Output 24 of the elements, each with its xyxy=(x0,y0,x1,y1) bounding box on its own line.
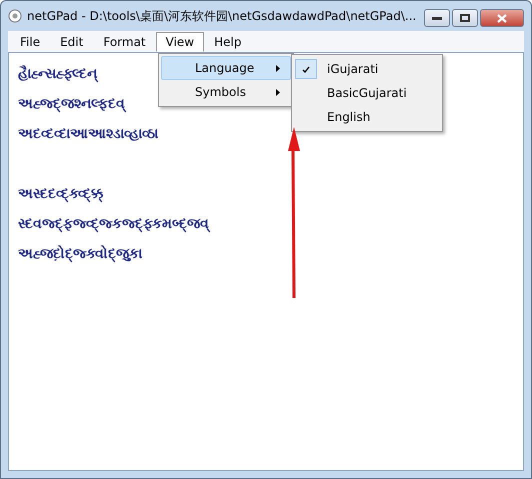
app-icon xyxy=(8,9,22,23)
minimize-button[interactable] xyxy=(424,9,450,27)
minimize-icon xyxy=(432,16,442,20)
text-line: અસ્દદવ્દ્ક્વ્દ્ક્ક્ xyxy=(18,186,103,202)
menu-item[interactable]: iGujarati xyxy=(294,57,440,81)
menu-item[interactable]: Symbols xyxy=(161,80,291,104)
menu-item[interactable]: BasicGujarati xyxy=(294,81,440,105)
text-line: હૈાહ્ન્સહ્ફ્લ્દન્ xyxy=(18,66,97,82)
text-line: સ્દવજ્દ્ફજ્વ્દ્જ્કજ્દ્ફ્કમબ્દ્જવ્ xyxy=(18,216,209,232)
close-icon xyxy=(497,14,507,22)
close-button[interactable] xyxy=(480,9,524,27)
menu-item[interactable]: Help xyxy=(204,32,252,52)
maximize-button[interactable] xyxy=(452,9,478,27)
text-line: અદવ્દવ્દાઆઆશ્ડાવ્હાવ્ઠા xyxy=(18,126,158,142)
menu-item[interactable]: Language xyxy=(161,56,291,80)
menu-item[interactable]: Edit xyxy=(50,32,94,52)
window-title: netGPad - D:\tools\桌面\河东软件园\netGsdawdawdPad\netGPad\... xyxy=(27,8,418,24)
text-line: અહ્જ્દ્જશ્નલ્ફદવ્ xyxy=(18,96,125,112)
menu-item[interactable]: Format xyxy=(93,32,156,52)
menu-item[interactable]: English xyxy=(294,105,440,129)
maximize-icon xyxy=(460,14,470,22)
menu-item[interactable]: File xyxy=(10,32,50,52)
text-line: અહ્જદો઼દ્જ્ક્વોદ્જુકા xyxy=(18,246,142,262)
menu-item[interactable]: View xyxy=(156,32,204,52)
